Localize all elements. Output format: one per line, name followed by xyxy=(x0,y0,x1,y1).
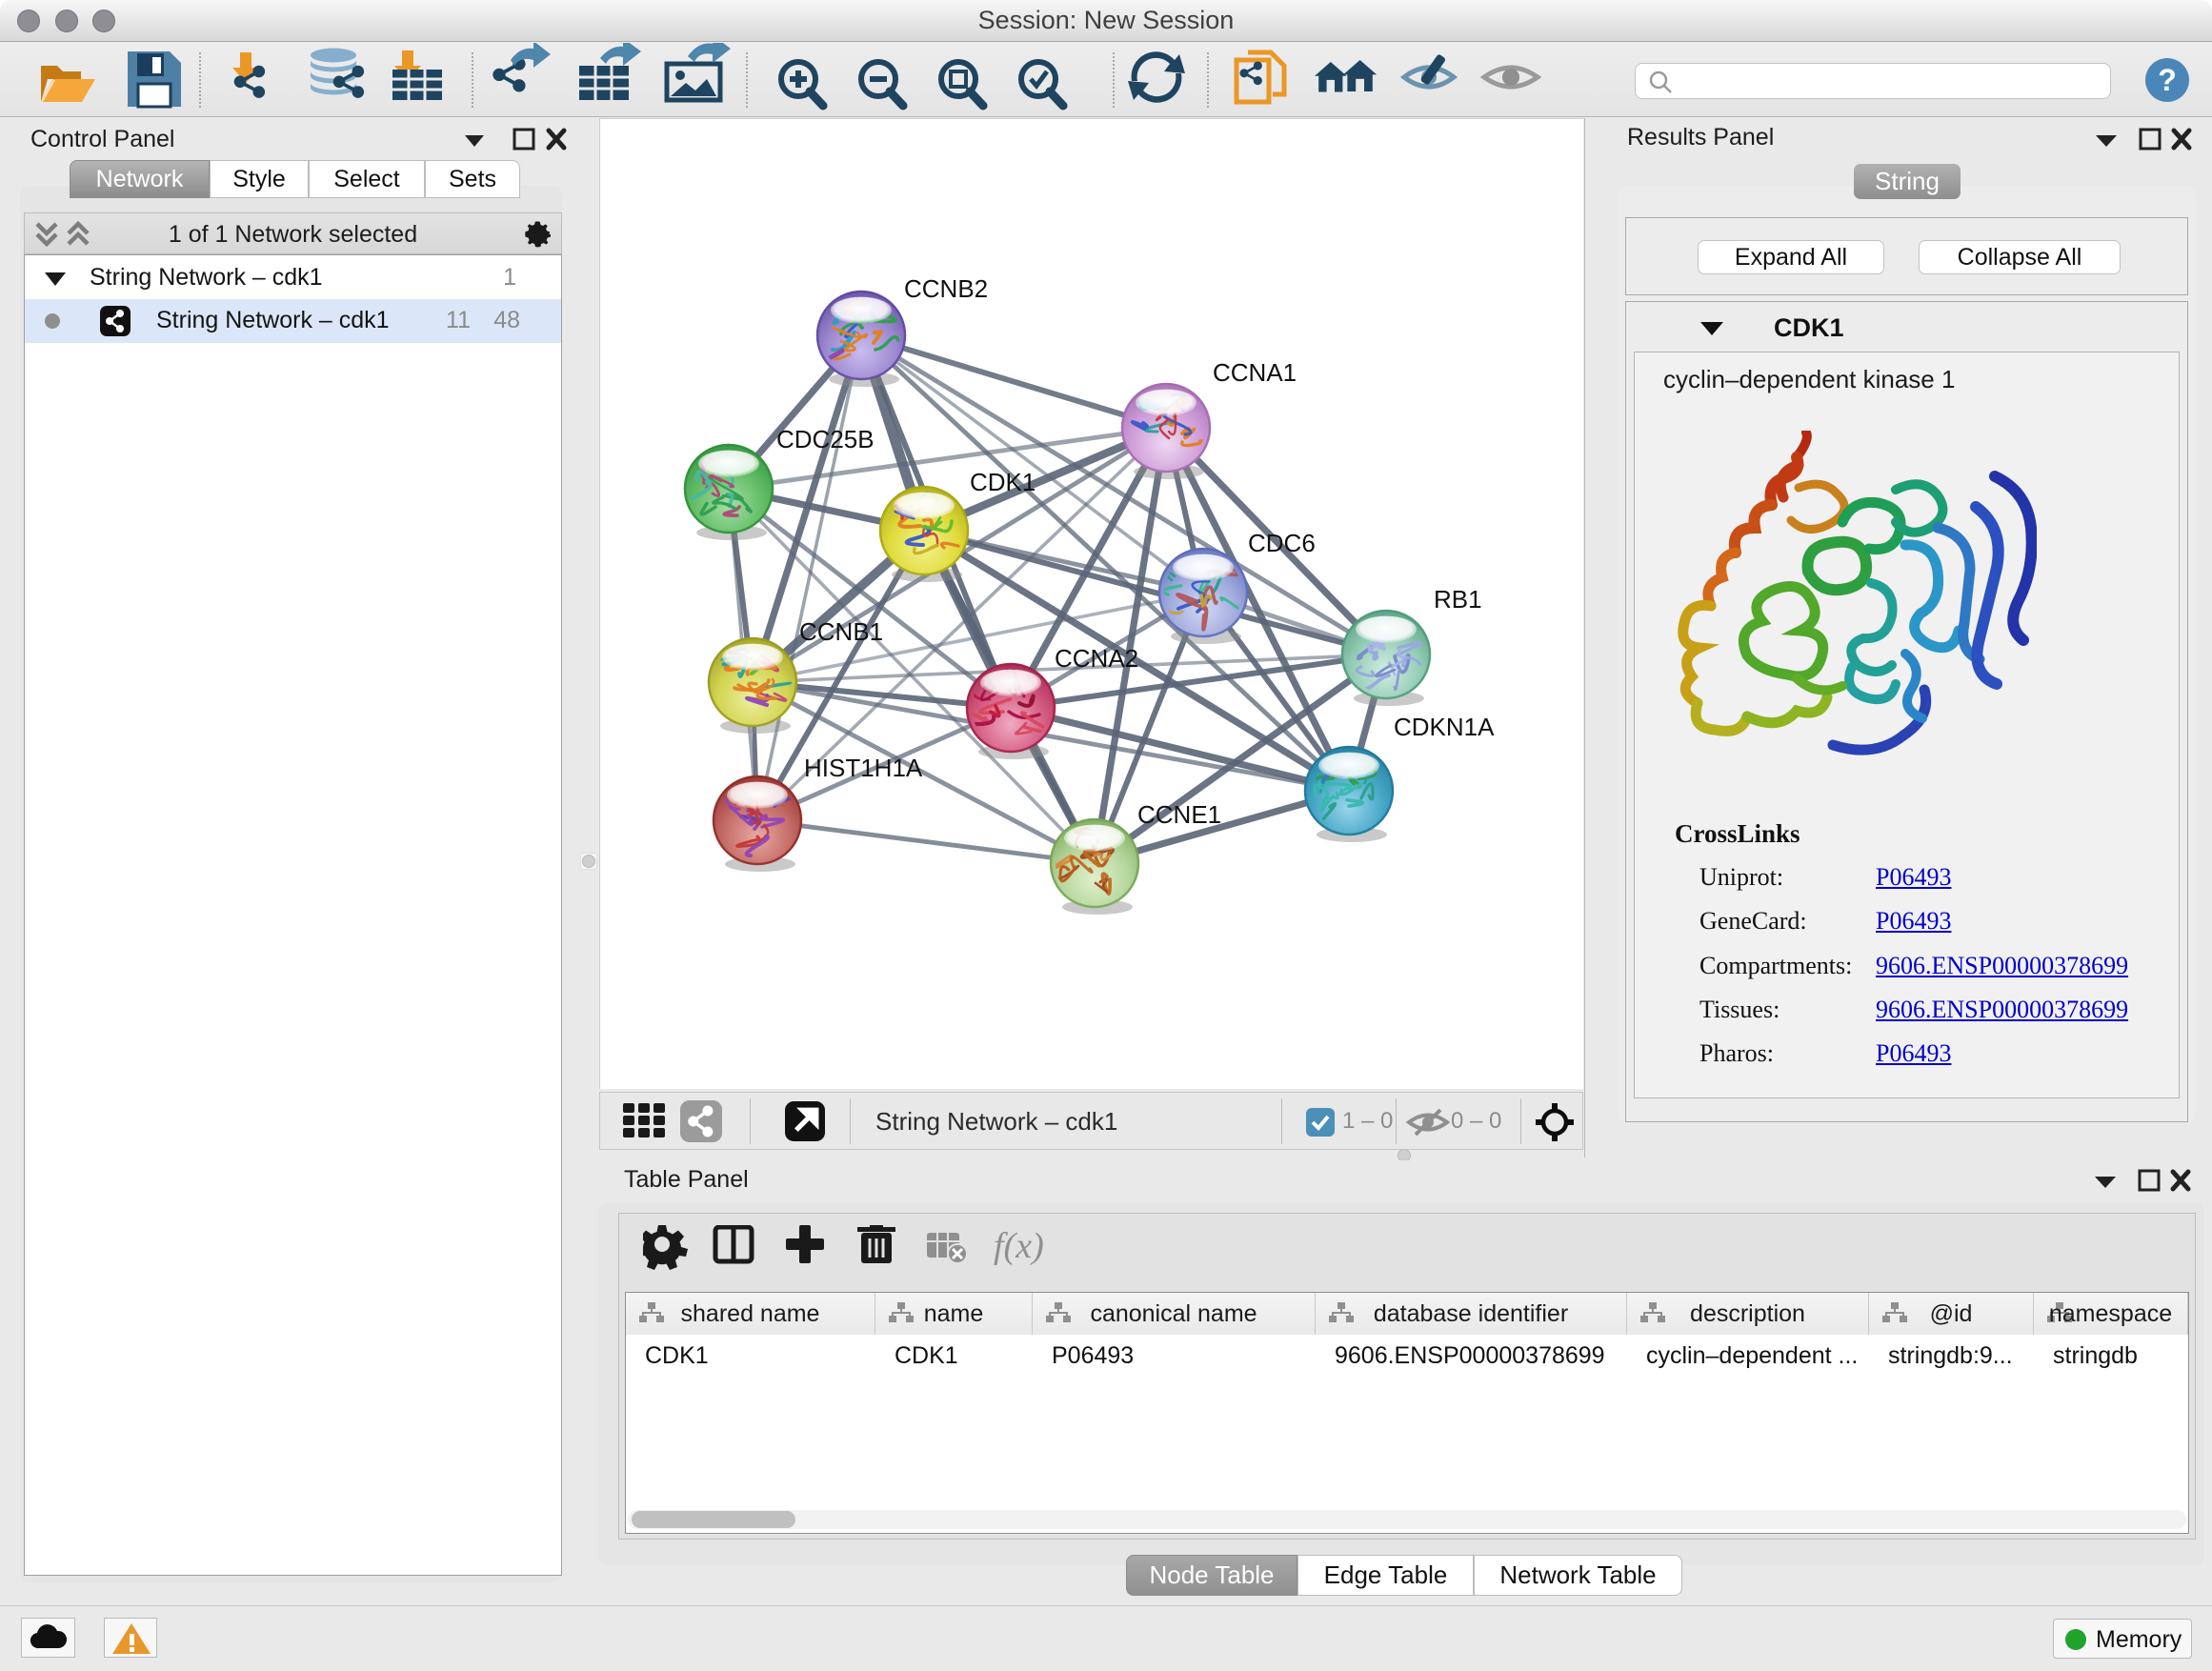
svg-text:CDC6: CDC6 xyxy=(1248,529,1316,557)
svg-text:CDC25B: CDC25B xyxy=(776,425,875,453)
svg-text:f(x): f(x) xyxy=(994,1226,1044,1266)
svg-text:CDKN1A: CDKN1A xyxy=(1394,713,1495,741)
svg-text:HIST1H1A: HIST1H1A xyxy=(804,754,923,782)
svg-text:CCNA1: CCNA1 xyxy=(1213,358,1297,387)
svg-text:CCNE1: CCNE1 xyxy=(1137,800,1221,829)
svg-text:CCNA2: CCNA2 xyxy=(1055,644,1138,673)
svg-text:RB1: RB1 xyxy=(1434,585,1482,614)
svg-text:CDK1: CDK1 xyxy=(970,468,1036,496)
svg-text:CCNB1: CCNB1 xyxy=(799,617,883,646)
svg-text:CCNB2: CCNB2 xyxy=(904,274,988,303)
